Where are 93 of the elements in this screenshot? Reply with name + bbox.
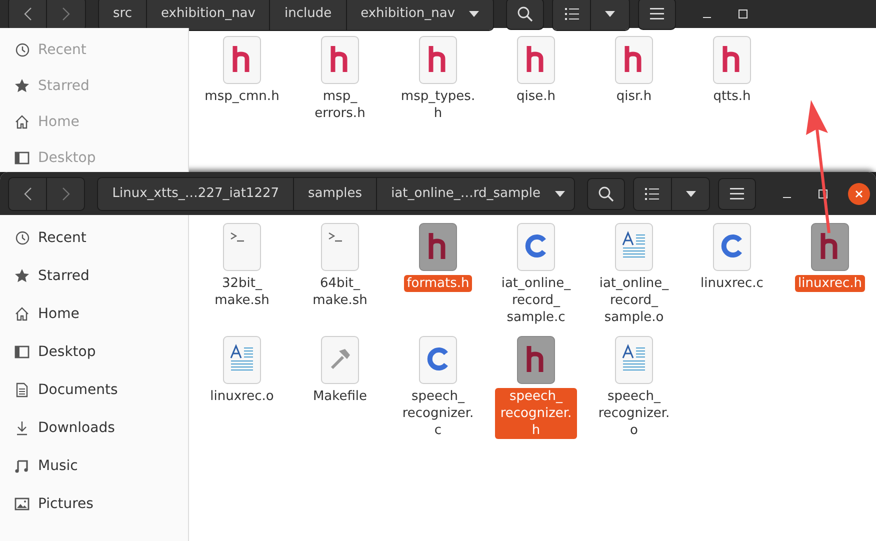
- list-view-button[interactable]: [634, 178, 672, 210]
- sidebar-item[interactable]: Downloads: [0, 409, 188, 447]
- file-name: msp_types.h: [400, 88, 476, 122]
- sidebar-item[interactable]: Starred: [0, 257, 188, 295]
- file-item[interactable]: qise.h: [487, 36, 585, 122]
- file-name: speech_recognizer.c: [401, 388, 475, 439]
- file-name: iat_online_record_sample.c: [500, 275, 572, 326]
- back-button[interactable]: [9, 0, 47, 30]
- star-icon: [14, 78, 30, 94]
- recent-icon: [14, 42, 30, 58]
- sidebar-item[interactable]: Home: [0, 295, 188, 333]
- search-icon: [517, 6, 534, 22]
- file-item[interactable]: iat_online_record_sample.o: [585, 223, 683, 326]
- file-item[interactable]: msp_cmn.h: [193, 36, 291, 122]
- file-name: qisr.h: [615, 88, 653, 105]
- path-segment[interactable]: iat_online_…rd_sample: [377, 178, 574, 210]
- star-icon: [14, 268, 30, 284]
- file-name: 32bit_make.sh: [214, 275, 270, 309]
- file-item[interactable]: speech_recognizer.o: [585, 336, 683, 439]
- list-view-button[interactable]: [553, 0, 592, 30]
- path-segment[interactable]: exhibition_nav: [346, 0, 494, 30]
- view-options-button[interactable]: [672, 178, 709, 210]
- file-item[interactable]: formats.h: [389, 223, 487, 326]
- file-name: iat_online_record_sample.o: [598, 275, 670, 326]
- recent-icon: [14, 230, 30, 246]
- caret-icon: [605, 10, 616, 16]
- maximize-icon: [738, 8, 748, 18]
- file-item[interactable]: linuxrec.c: [683, 223, 781, 326]
- file-name: linuxrec.o: [209, 388, 275, 405]
- file-item[interactable]: iat_online_record_sample.c: [487, 223, 585, 326]
- file-item[interactable]: qtts.h: [683, 36, 781, 122]
- menu-button[interactable]: [638, 0, 676, 30]
- list-icon: [564, 8, 579, 20]
- desktop-icon: [14, 150, 30, 166]
- desktop-icon: [14, 344, 30, 360]
- view-options-button[interactable]: [591, 0, 630, 30]
- file-name: qise.h: [515, 88, 557, 105]
- file-name: Makefile: [312, 388, 368, 405]
- file-name: linuxrec.c: [700, 275, 764, 292]
- file-item[interactable]: msp_errors.h: [291, 36, 389, 122]
- file-name: qtts.h: [712, 88, 752, 105]
- file-item[interactable]: 32bit_make.sh: [193, 223, 291, 326]
- maximize-icon: [818, 188, 828, 198]
- file-name: msp_cmn.h: [204, 88, 280, 105]
- sidebar-item[interactable]: Recent: [0, 219, 188, 257]
- file-name: speech_recognizer.h: [495, 388, 577, 439]
- music-icon: [14, 458, 30, 474]
- forward-button[interactable]: [47, 0, 85, 30]
- file-name: msp_errors.h: [314, 88, 366, 122]
- menu-icon: [730, 188, 744, 200]
- downloads-icon: [14, 420, 30, 436]
- file-name: formats.h: [404, 275, 472, 292]
- chevron-left-icon: [24, 6, 32, 20]
- path-segment[interactable]: include: [270, 0, 347, 30]
- close-button[interactable]: [848, 182, 870, 204]
- path-segment[interactable]: samples: [294, 178, 378, 210]
- file-item[interactable]: linuxrec.o: [193, 336, 291, 439]
- file-name: linuxrec.h: [795, 275, 865, 292]
- menu-button[interactable]: [718, 178, 756, 210]
- search-button[interactable]: [506, 0, 544, 30]
- search-button[interactable]: [586, 178, 625, 210]
- file-item[interactable]: 64bit_make.sh: [291, 223, 389, 326]
- home-icon: [14, 306, 30, 322]
- sidebar-item[interactable]: Pictures: [0, 485, 188, 523]
- path-segment[interactable]: src: [99, 0, 147, 30]
- file-name: speech_recognizer.o: [597, 388, 671, 439]
- sidebar-item[interactable]: Documents: [0, 371, 188, 409]
- documents-icon: [14, 382, 30, 398]
- caret-icon: [686, 190, 696, 196]
- close-icon: [854, 188, 864, 198]
- sidebar-item[interactable]: Desktop: [0, 333, 188, 371]
- file-item[interactable]: speech_recognizer.h: [487, 336, 585, 439]
- list-icon: [645, 188, 660, 200]
- chevron-right-icon: [62, 6, 70, 20]
- chevron-right-icon: [62, 186, 70, 200]
- minimize-icon: [703, 17, 712, 18]
- file-item[interactable]: qisr.h: [585, 36, 683, 122]
- sidebar-item[interactable]: Music: [0, 447, 188, 485]
- file-item[interactable]: msp_types.h: [389, 36, 487, 122]
- file-item[interactable]: linuxrec.h: [781, 223, 876, 326]
- home-icon: [14, 114, 30, 130]
- file-item[interactable]: Makefile: [291, 336, 389, 439]
- file-item[interactable]: speech_recognizer.c: [389, 336, 487, 439]
- file-name: 64bit_make.sh: [312, 275, 368, 309]
- search-icon: [598, 186, 614, 202]
- caret-icon: [554, 190, 565, 196]
- minimize-icon: [783, 197, 792, 198]
- path-segment[interactable]: Linux_xtts_…227_iat1227: [98, 178, 294, 210]
- caret-icon: [469, 10, 480, 16]
- chevron-left-icon: [24, 186, 32, 200]
- pictures-icon: [14, 496, 30, 512]
- path-segment[interactable]: exhibition_nav: [146, 0, 270, 30]
- menu-icon: [650, 8, 664, 20]
